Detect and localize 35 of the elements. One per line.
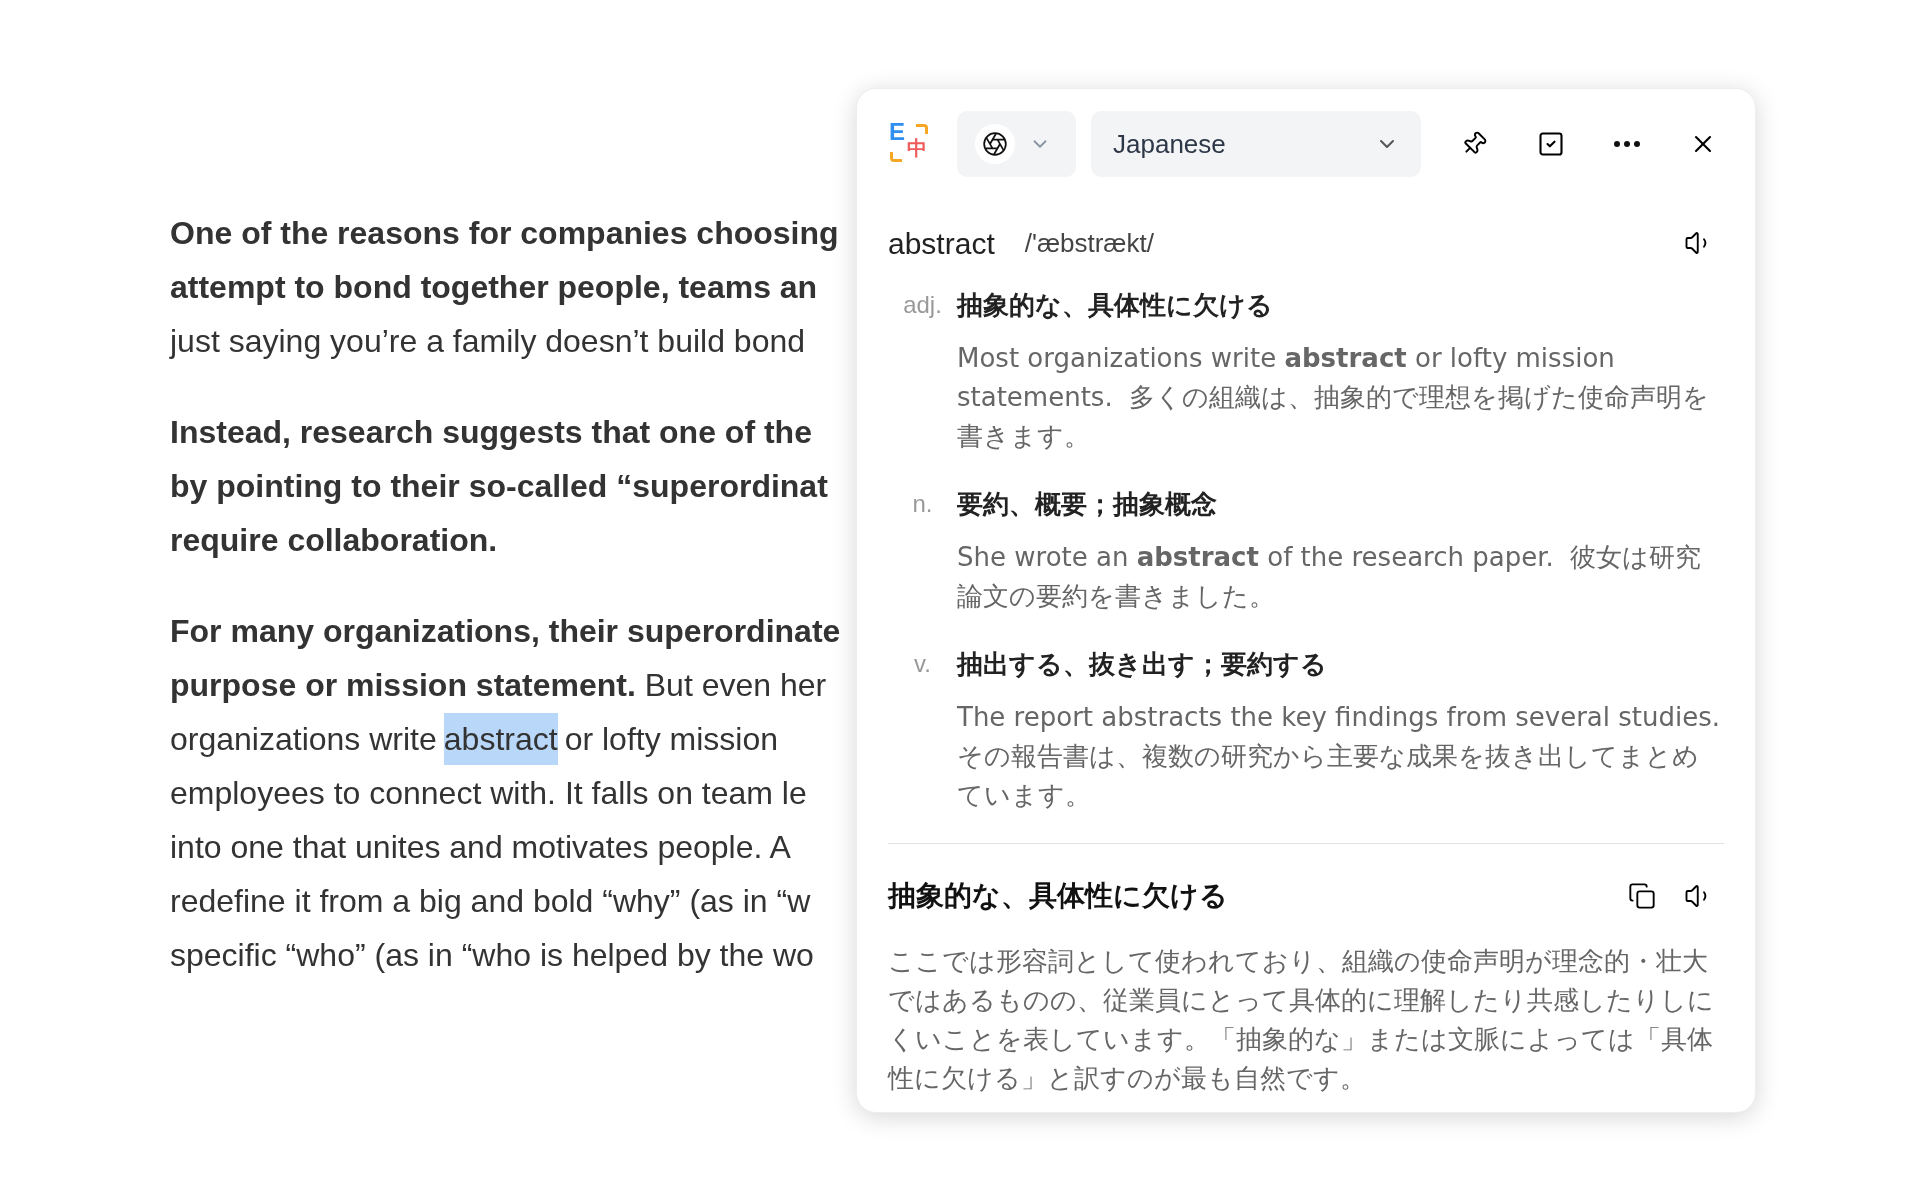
article-text: organizations write [170, 720, 437, 759]
article-line: attempt to bond together people, teams an [170, 268, 818, 307]
more-icon [1614, 141, 1640, 147]
sense-meaning: 抽象的な、具体性に欠ける [957, 288, 1273, 322]
sense-meaning: 抽出する、抜き出す；要約する [957, 647, 1327, 681]
article-line: by pointing to their so-called “superordinat [170, 467, 828, 506]
phonetic: /'æbstrækt/ [1024, 226, 1154, 260]
article-line: employees to connect with. It falls on team le [170, 774, 807, 813]
engine-select-button[interactable] [957, 111, 1076, 177]
article-line: just saying you’re a family doesn’t build bond [170, 322, 806, 361]
translation-explanation: ここでは形容詞として使われており、組織の使命声明が理念的・壮大ではあるものの、従業員にとって具体的に理解したり共感したりしにくいことを表しています。「抽象的な」または文脈によっては「具体性に欠ける」と訳すのが最も自然です。 [888, 945, 1715, 1095]
article-line: Instead, research suggests that one of the [170, 413, 812, 452]
article-line: redefine it from a big and bold “why” (as in “w [170, 882, 811, 921]
example-sentence: The report abstracts the key findings from several studies. その報告書は、複数の研究から主要な成果を抜き出してまとめています。 [957, 701, 1722, 812]
copy-icon [1628, 882, 1656, 910]
selected-word: abstract [443, 713, 558, 765]
headword: abstract [888, 225, 995, 262]
example-sentence: She wrote an abstract of the research paper. 彼女は研究論文の要約を書きました。 [957, 541, 1703, 613]
article-line: For many organizations, their superordinate [170, 612, 841, 651]
part-of-speech: adj. [902, 290, 943, 320]
language-select[interactable]: Japanese [1091, 111, 1421, 177]
article-line: purpose or mission statement. But even her [170, 666, 827, 705]
translation-title: 抽象的な、具体性に欠ける [888, 878, 1228, 914]
article-line: require collaboration. [170, 521, 498, 560]
article-text: or lofty mission [564, 720, 778, 759]
copy-button[interactable] [1628, 882, 1656, 910]
article-line: specific “who” (as in “who is helped by the wo [170, 936, 814, 975]
checkbox-icon [1537, 130, 1565, 158]
part-of-speech: v. [913, 649, 932, 679]
part-of-speech: n. [911, 489, 934, 519]
sense-meaning: 要約、概要；抽象概念 [957, 487, 1217, 521]
article-line: into one that unites and motivates people. A [170, 828, 791, 867]
aperture-icon [982, 131, 1008, 157]
article-line: One of the reasons for companies choosing [170, 214, 839, 253]
example-sentence: Most organizations write abstract or lofty mission statements. 多くの組織は、抽象的で理想を掲げた使命声明を書きます。 [957, 342, 1711, 453]
